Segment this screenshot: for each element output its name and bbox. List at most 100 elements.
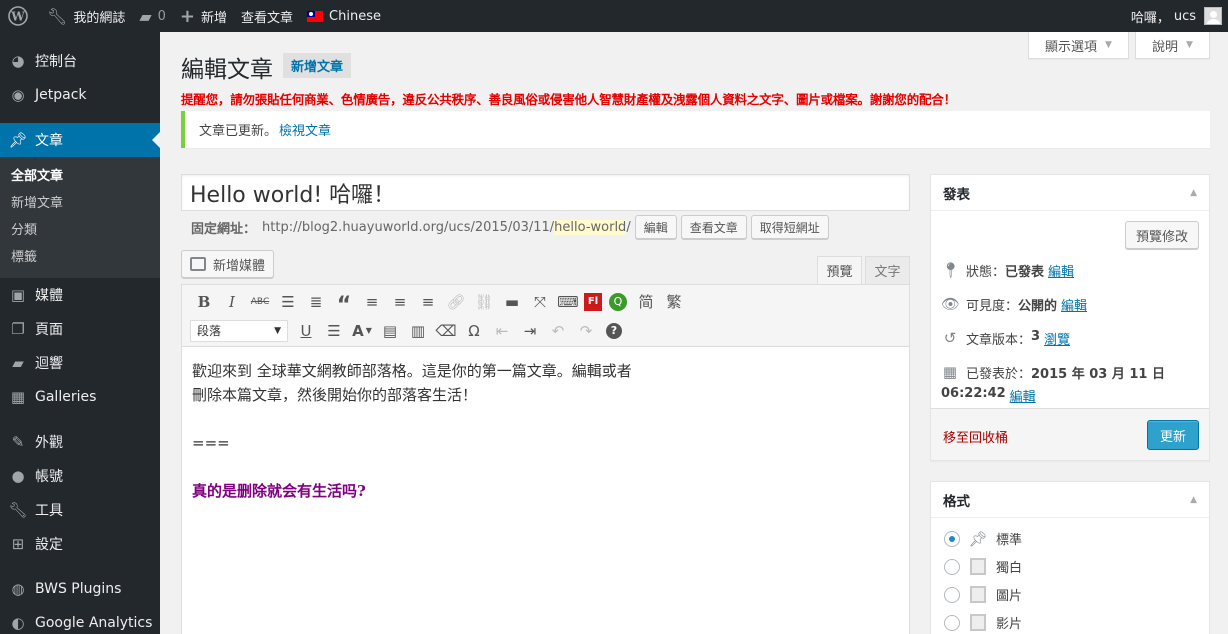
italic-icon[interactable]: I [218, 289, 246, 315]
greeting: 哈囉， [1130, 10, 1170, 26]
special-character-icon[interactable]: Ω [460, 318, 488, 344]
bold-icon[interactable]: B [190, 289, 218, 315]
help-icon[interactable]: ? [600, 318, 628, 344]
triangle-up-icon[interactable]: ▲ [1190, 188, 1197, 198]
align-left-icon[interactable]: ≡ [358, 289, 386, 315]
menu-appearance[interactable]: ✎ 外觀 [0, 425, 160, 459]
menu-dashboard[interactable]: ◕ 控制台 [0, 44, 160, 78]
read-more-icon[interactable]: ▬ [498, 289, 526, 315]
undo-icon[interactable]: ↶ [544, 318, 572, 344]
submenu-all-posts[interactable]: 全部文章 [0, 163, 160, 190]
tab-text[interactable]: 文字 [865, 256, 910, 285]
edit-status-link[interactable]: 編輯 [1048, 261, 1074, 280]
underline-icon[interactable]: U [292, 318, 320, 344]
numbered-list-icon[interactable]: ≣ [302, 289, 330, 315]
triangle-up-icon[interactable]: ▲ [1190, 495, 1197, 505]
add-new-post-button[interactable]: 新增文章 [283, 53, 352, 78]
menu-jetpack[interactable]: ◉ Jetpack [0, 78, 160, 112]
radio[interactable] [944, 558, 960, 575]
submenu-add-new[interactable]: 新增文章 [0, 190, 160, 217]
view-post-link[interactable]: 檢視文章 [279, 120, 331, 139]
language-switcher[interactable]: Chinese [300, 0, 388, 32]
menu-bws-plugins[interactable]: ◍ BWS Plugins [0, 572, 160, 606]
account-menu[interactable]: 哈囉， ucs [1124, 0, 1228, 32]
get-shortlink-button[interactable]: 取得短網址 [750, 215, 829, 239]
submenu-tags[interactable]: 標籤 [0, 244, 160, 271]
browse-revisions-link[interactable]: 瀏覽 [1044, 329, 1070, 348]
update-button[interactable]: 更新 [1146, 420, 1199, 450]
wordpress-logo[interactable]: W [0, 0, 40, 32]
align-center-icon[interactable]: ≡ [386, 289, 414, 315]
align-right-icon[interactable]: ≡ [414, 289, 442, 315]
menu-pages[interactable]: ❐ 頁面 [0, 312, 160, 346]
menu-media[interactable]: ▣ 媒體 [0, 278, 160, 312]
redo-icon[interactable]: ↷ [572, 318, 600, 344]
post-title-input[interactable] [181, 174, 910, 211]
comments-menu[interactable]: ▰ 0 [132, 0, 173, 32]
fullscreen-icon[interactable]: ⤧ [526, 289, 554, 315]
menu-label: 文章 [35, 133, 63, 149]
justify-icon[interactable]: ☰ [320, 318, 348, 344]
paste-word-icon[interactable]: ▥ [404, 318, 432, 344]
remove-link-icon[interactable]: ⛓ [470, 289, 498, 315]
format-option-aside[interactable]: 獨白 [944, 557, 1022, 576]
help-button[interactable]: 說明 ▼ [1135, 32, 1210, 59]
blockquote-icon[interactable]: “ [330, 289, 358, 318]
quote-plugin-icon[interactable]: Q [604, 289, 632, 315]
status-row: 📍︎ 狀態： 已發表 編輯 [941, 261, 1074, 280]
menu-google-analytics[interactable]: ◐ Google Analytics [0, 606, 160, 634]
radio[interactable] [944, 586, 960, 603]
permalink-slug[interactable]: hello-world [554, 219, 627, 235]
new-content-menu[interactable]: + 新增 [173, 0, 234, 32]
update-notice: 文章已更新。 檢視文章 [181, 111, 1210, 148]
menu-galleries[interactable]: ▦ Galleries [0, 380, 160, 414]
editor-content[interactable]: 歡迎來到 全球華文網教師部落格。這是你的第一篇文章。編輯或者 刪除本篇文章，然後… [182, 347, 909, 515]
format-box-header[interactable]: 格式 ▲ [931, 482, 1209, 518]
traditional-chinese-button[interactable]: 繁 [660, 289, 688, 315]
move-to-trash-link[interactable]: 移至回收桶 [943, 427, 1008, 446]
screen-options-button[interactable]: 顯示選項 ▼ [1028, 32, 1129, 59]
triangle-down-icon: ▼ [1105, 40, 1112, 50]
add-media-button[interactable]: 新增媒體 [181, 250, 275, 278]
outdent-icon[interactable]: ⇤ [488, 318, 516, 344]
insert-link-icon[interactable]: 🔗︎ [442, 289, 470, 315]
format-option-standard[interactable]: 📌︎ 標準 [944, 529, 1022, 548]
content-line: === [192, 434, 230, 452]
view-post-link[interactable]: 查看文章 [234, 0, 300, 32]
submenu-categories[interactable]: 分類 [0, 217, 160, 244]
menu-users[interactable]: ● 帳號 [0, 459, 160, 493]
indent-icon[interactable]: ⇥ [516, 318, 544, 344]
analytics-icon: ◐ [11, 614, 25, 632]
flash-icon[interactable]: Fl [582, 289, 604, 315]
format-option-image[interactable]: 圖片 [944, 585, 1022, 604]
site-name-menu[interactable]: 🔧︎ 我的網誌 [40, 0, 132, 32]
menu-label: 迴響 [35, 356, 63, 372]
tab-visual[interactable]: 預覽 [817, 256, 862, 285]
visibility-value: 公開的 [1018, 299, 1058, 314]
radio[interactable] [944, 614, 960, 631]
format-select[interactable]: 段落 ▼ [190, 319, 288, 342]
paste-text-icon[interactable]: ▤ [376, 318, 404, 344]
radio-selected[interactable] [944, 530, 960, 547]
svg-text:W: W [10, 10, 25, 24]
preview-changes-button[interactable]: 預覽修改 [1124, 221, 1199, 249]
keyboard-icon[interactable]: ⌨ [554, 289, 582, 315]
strikethrough-icon[interactable]: ABC [246, 289, 274, 315]
editor-toolbar: B I ABC ☰ ≣ “ ≡ ≡ ≡ 🔗︎ ⛓ ▬ ⤧ ⌨ Fl Q 简 繁 … [182, 285, 909, 347]
text-color-icon[interactable]: A ▼ [348, 318, 376, 344]
menu-posts[interactable]: 📌︎ 文章 [0, 123, 160, 157]
view-post-button[interactable]: 查看文章 [680, 215, 747, 239]
simplified-chinese-button[interactable]: 简 [632, 289, 660, 315]
publish-box-header[interactable]: 發表 ▲ [931, 175, 1209, 211]
menu-comments[interactable]: ▰ 迴響 [0, 346, 160, 380]
menu-settings[interactable]: ⊞ 設定 [0, 527, 160, 561]
menu-tools[interactable]: 🔧︎ 工具 [0, 493, 160, 527]
edit-date-link[interactable]: 編輯 [1010, 386, 1036, 405]
visibility-label: 可見度： [966, 299, 1019, 314]
format-option-video[interactable]: 影片 [944, 613, 1022, 632]
edit-visibility-link[interactable]: 編輯 [1061, 295, 1087, 314]
menu-label: 外觀 [35, 435, 63, 451]
edit-permalink-button[interactable]: 編輯 [634, 215, 677, 239]
bullet-list-icon[interactable]: ☰ [274, 289, 302, 315]
clear-formatting-icon[interactable]: ⌫ [432, 318, 460, 344]
